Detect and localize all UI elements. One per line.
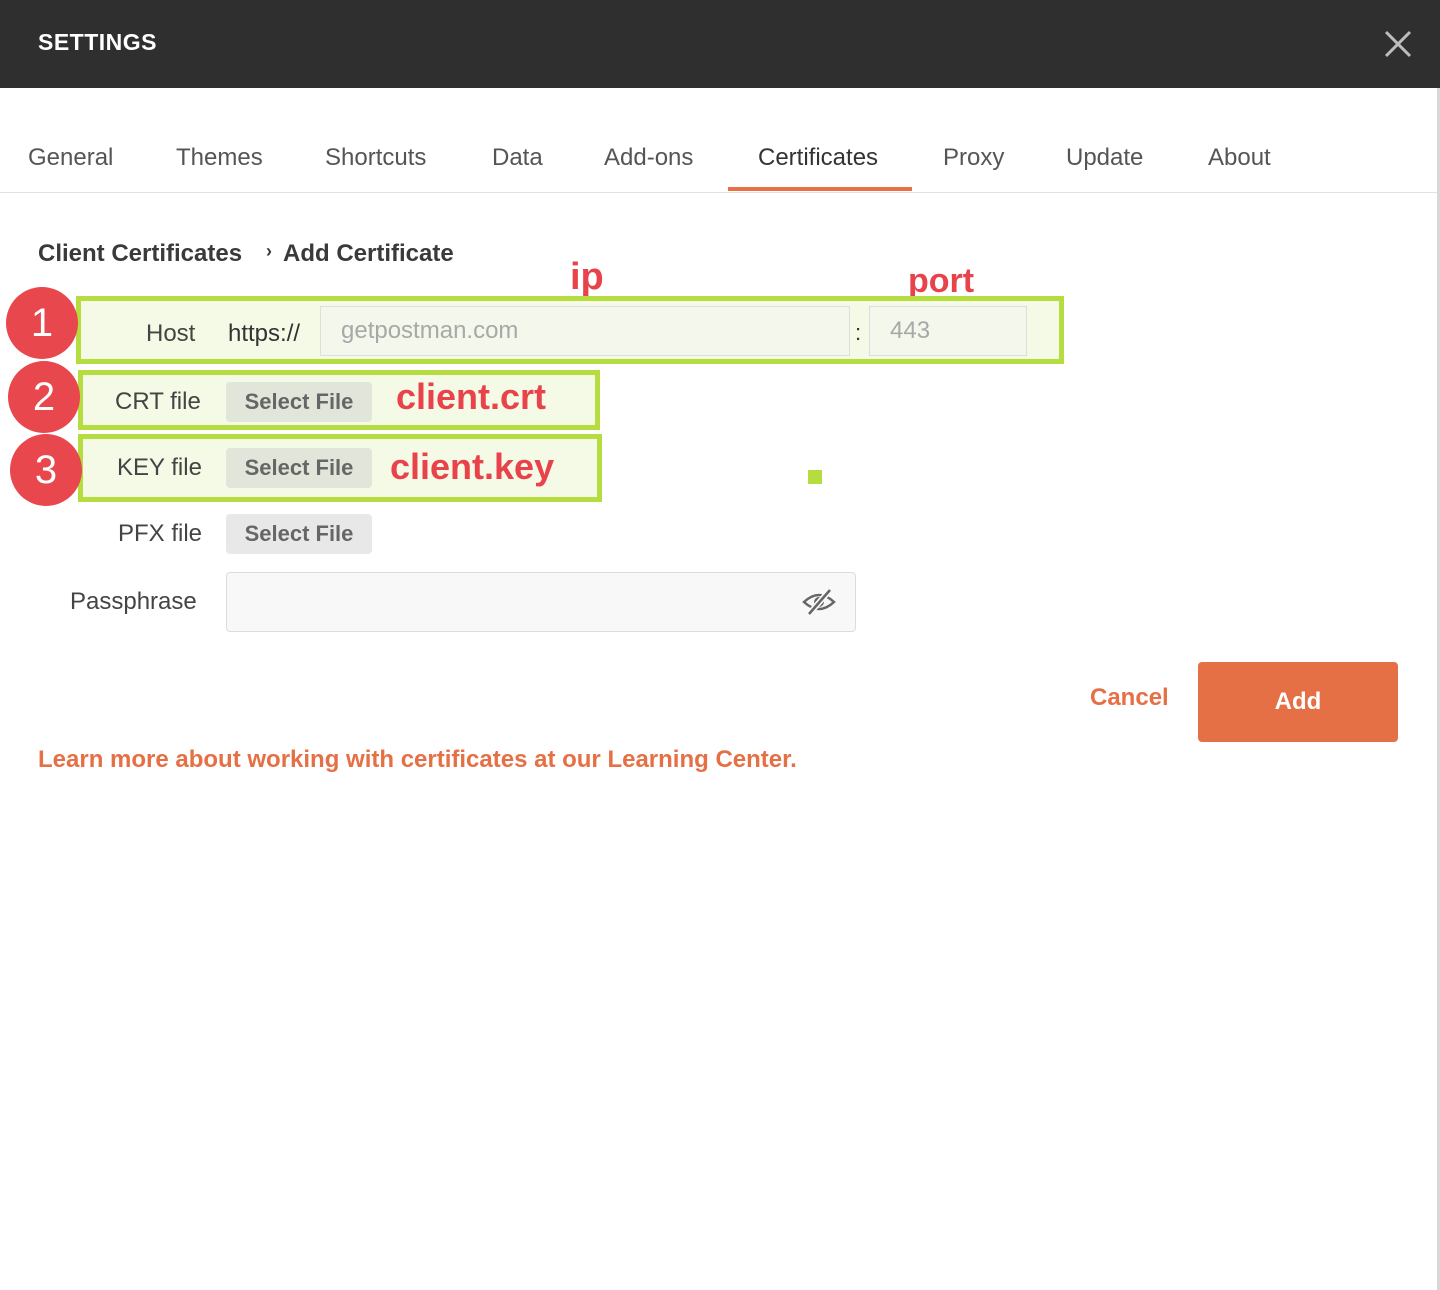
key-select-file-button[interactable]: Select File <box>226 448 372 488</box>
host-input[interactable] <box>320 306 850 356</box>
passphrase-input[interactable] <box>227 573 787 631</box>
tab-data[interactable]: Data <box>492 144 543 172</box>
cancel-button[interactable]: Cancel <box>1090 684 1169 712</box>
tab-proxy[interactable]: Proxy <box>943 144 1004 172</box>
port-input[interactable] <box>869 306 1027 356</box>
learning-center-link[interactable]: Learn more about working with certificat… <box>38 746 797 774</box>
passphrase-field <box>226 572 856 632</box>
crt-select-file-button[interactable]: Select File <box>226 382 372 422</box>
tab-add-ons[interactable]: Add-ons <box>604 144 693 172</box>
chevron-right-icon: › <box>266 241 272 261</box>
https-prefix: https:// <box>228 320 301 347</box>
tab-update[interactable]: Update <box>1066 144 1143 172</box>
active-tab-indicator <box>728 187 912 191</box>
crt-file-label: CRT file <box>115 388 201 415</box>
annotation-client-key: client.key <box>390 446 555 487</box>
add-button[interactable]: Add <box>1198 662 1398 742</box>
tab-certificates[interactable]: Certificates <box>758 144 878 172</box>
pfx-file-label: PFX file <box>118 520 203 547</box>
settings-tabs: General Themes Shortcuts Data Add-ons Ce… <box>0 88 1440 193</box>
annotation-client-crt: client.crt <box>396 376 547 417</box>
tab-themes[interactable]: Themes <box>176 144 263 172</box>
tab-shortcuts[interactable]: Shortcuts <box>325 144 426 172</box>
host-label: Host <box>146 320 196 347</box>
annotation-step-3: 3 <box>10 434 82 506</box>
annotation-step-2: 2 <box>8 361 80 433</box>
key-file-label: KEY file <box>117 454 202 481</box>
pfx-select-file-button[interactable]: Select File <box>226 514 372 554</box>
tab-general[interactable]: General <box>28 144 113 172</box>
annotation-step-1: 1 <box>6 287 78 359</box>
close-icon[interactable] <box>1378 24 1418 64</box>
passphrase-label: Passphrase <box>70 588 197 615</box>
host-port-separator: : <box>855 320 862 345</box>
tab-about[interactable]: About <box>1208 144 1271 172</box>
header-bar: SETTINGS <box>0 0 1440 88</box>
annotation-ip: ip <box>570 256 604 298</box>
settings-dialog: SETTINGS General Themes Shortcuts Data A… <box>0 0 1440 1290</box>
annotation-marker <box>808 470 822 484</box>
eye-off-icon[interactable] <box>801 587 837 617</box>
breadcrumb-current: Add Certificate <box>283 240 454 267</box>
breadcrumb-parent[interactable]: Client Certificates <box>38 240 242 268</box>
dialog-title: SETTINGS <box>38 29 158 55</box>
